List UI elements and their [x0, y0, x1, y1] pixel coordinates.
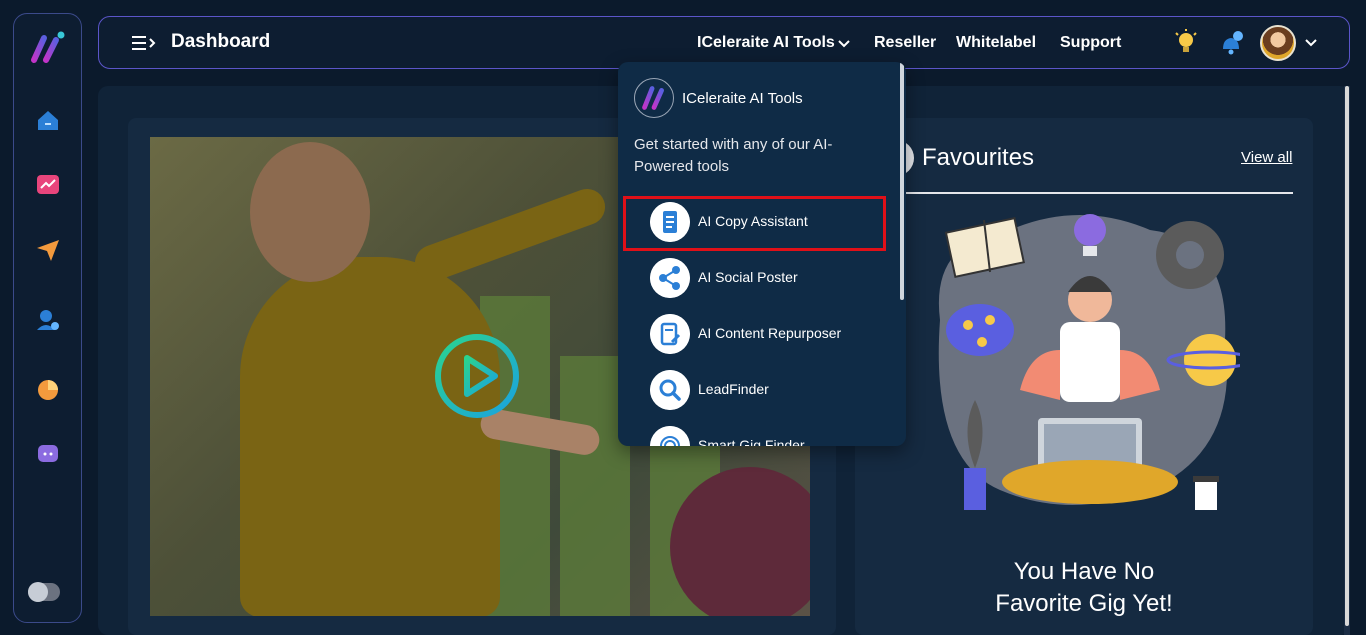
empty-favourites-message: You Have No Favorite Gig Yet! — [985, 556, 1183, 620]
menu-item-label: AI Copy Assistant — [698, 213, 808, 229]
edit-document-icon — [650, 314, 690, 354]
empty-favourites-illustration — [938, 214, 1240, 510]
video-thumbnail-person — [240, 257, 500, 616]
favourites-divider — [905, 192, 1293, 194]
user-avatar[interactable] — [1260, 25, 1296, 61]
nav-whitelabel[interactable]: Whitelabel — [956, 34, 1036, 52]
video-thumbnail-head — [250, 142, 370, 282]
page-title: Dashboard — [171, 31, 271, 52]
dropdown-description: Get started with any of our AI-Powered t… — [634, 136, 833, 175]
fingerprint-icon — [650, 426, 690, 446]
nav-ai-tools[interactable]: ICeleraite AI Tools — [697, 34, 835, 52]
ai-tools-dropdown: ICeleraite AI Tools Get started with any… — [618, 62, 906, 446]
empty-favourites-line-2: Favorite Gig Yet! — [995, 590, 1173, 617]
theme-toggle[interactable] — [28, 582, 60, 602]
page-scrollbar-thumb[interactable] — [1345, 86, 1349, 626]
chevron-down-icon[interactable] — [1305, 39, 1317, 47]
notification-bell-icon[interactable] — [1217, 29, 1245, 57]
home-icon[interactable] — [34, 106, 62, 134]
dropdown-scrollbar[interactable] — [900, 62, 904, 300]
lightbulb-icon[interactable] — [1174, 29, 1198, 57]
share-icon — [650, 258, 690, 298]
video-thumbnail-arm — [409, 183, 611, 287]
sidebar — [13, 13, 82, 623]
user-search-icon[interactable] — [34, 306, 62, 334]
menu-toggle-icon[interactable] — [132, 34, 158, 52]
analytics-icon[interactable] — [34, 170, 62, 198]
search-icon — [650, 370, 690, 410]
chevron-down-icon[interactable] — [838, 40, 850, 48]
dropdown-title: ICeleraite AI Tools — [682, 90, 803, 107]
favourites-title: Favourites — [922, 144, 1035, 171]
menu-item-label: Smart Gig Finder — [698, 437, 805, 446]
view-all-link[interactable]: View all — [1241, 149, 1292, 166]
app-logo-icon[interactable] — [30, 30, 66, 66]
menu-item-label: AI Content Repurposer — [698, 325, 842, 341]
menu-item-label: LeadFinder — [698, 381, 769, 397]
send-icon[interactable] — [34, 236, 62, 264]
nav-support[interactable]: Support — [1060, 34, 1121, 52]
document-icon — [650, 202, 690, 242]
play-icon[interactable] — [433, 332, 521, 420]
menu-item-label: AI Social Poster — [698, 269, 798, 285]
dropdown-logo-icon — [634, 78, 674, 118]
chat-icon[interactable] — [34, 440, 62, 468]
pie-chart-icon[interactable] — [34, 376, 62, 404]
empty-favourites-line-1: You Have No — [1013, 558, 1155, 585]
nav-reseller[interactable]: Reseller — [874, 34, 936, 52]
